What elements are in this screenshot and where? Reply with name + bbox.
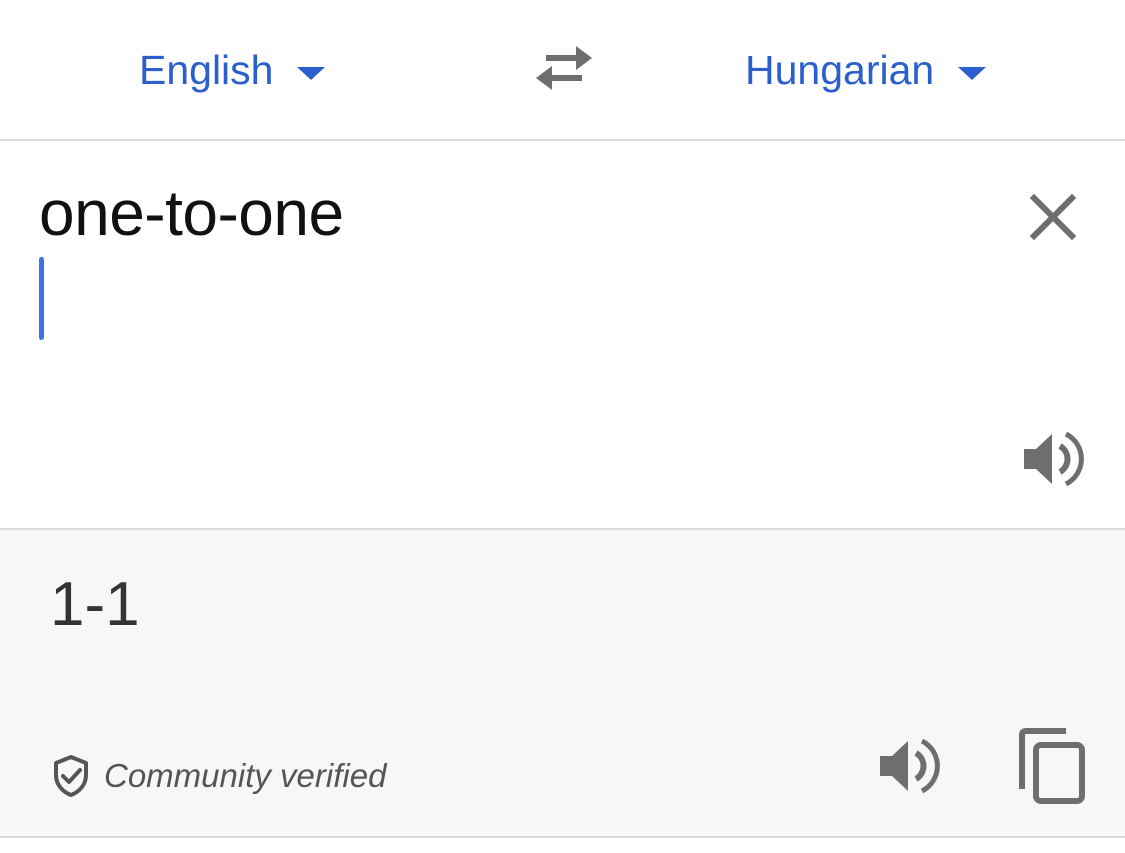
language-bar: English Hungarian — [0, 0, 1125, 141]
shield-check-icon — [54, 755, 88, 797]
source-input-area[interactable]: one-to-one — [0, 141, 1125, 530]
text-cursor — [39, 257, 44, 340]
source-text[interactable]: one-to-one — [39, 181, 344, 245]
listen-translation-button[interactable] — [876, 735, 942, 797]
speaker-icon — [1024, 431, 1084, 487]
copy-icon — [1019, 728, 1085, 804]
community-verified-label: Community verified — [104, 757, 387, 794]
source-language-selector[interactable]: English — [139, 40, 326, 100]
swap-languages-button[interactable] — [532, 42, 596, 94]
source-language-label: English — [139, 46, 274, 93]
clear-input-button[interactable] — [1022, 186, 1084, 248]
caret-down-icon — [958, 66, 987, 80]
target-language-selector[interactable]: Hungarian — [745, 40, 987, 100]
listen-source-button[interactable] — [1020, 428, 1086, 490]
community-verified-badge: Community verified — [52, 752, 386, 800]
translation-text: 1-1 — [50, 570, 140, 639]
close-icon — [1029, 193, 1077, 241]
caret-down-icon — [297, 66, 326, 80]
speaker-icon — [880, 738, 940, 794]
swap-arrows-icon — [536, 46, 592, 90]
translate-app: English Hungarian one-to-one 1-1 Communi… — [0, 0, 1125, 853]
copy-translation-button[interactable] — [1016, 727, 1088, 805]
translation-output-area: 1-1 Community verified — [0, 530, 1125, 838]
target-language-label: Hungarian — [745, 46, 935, 93]
